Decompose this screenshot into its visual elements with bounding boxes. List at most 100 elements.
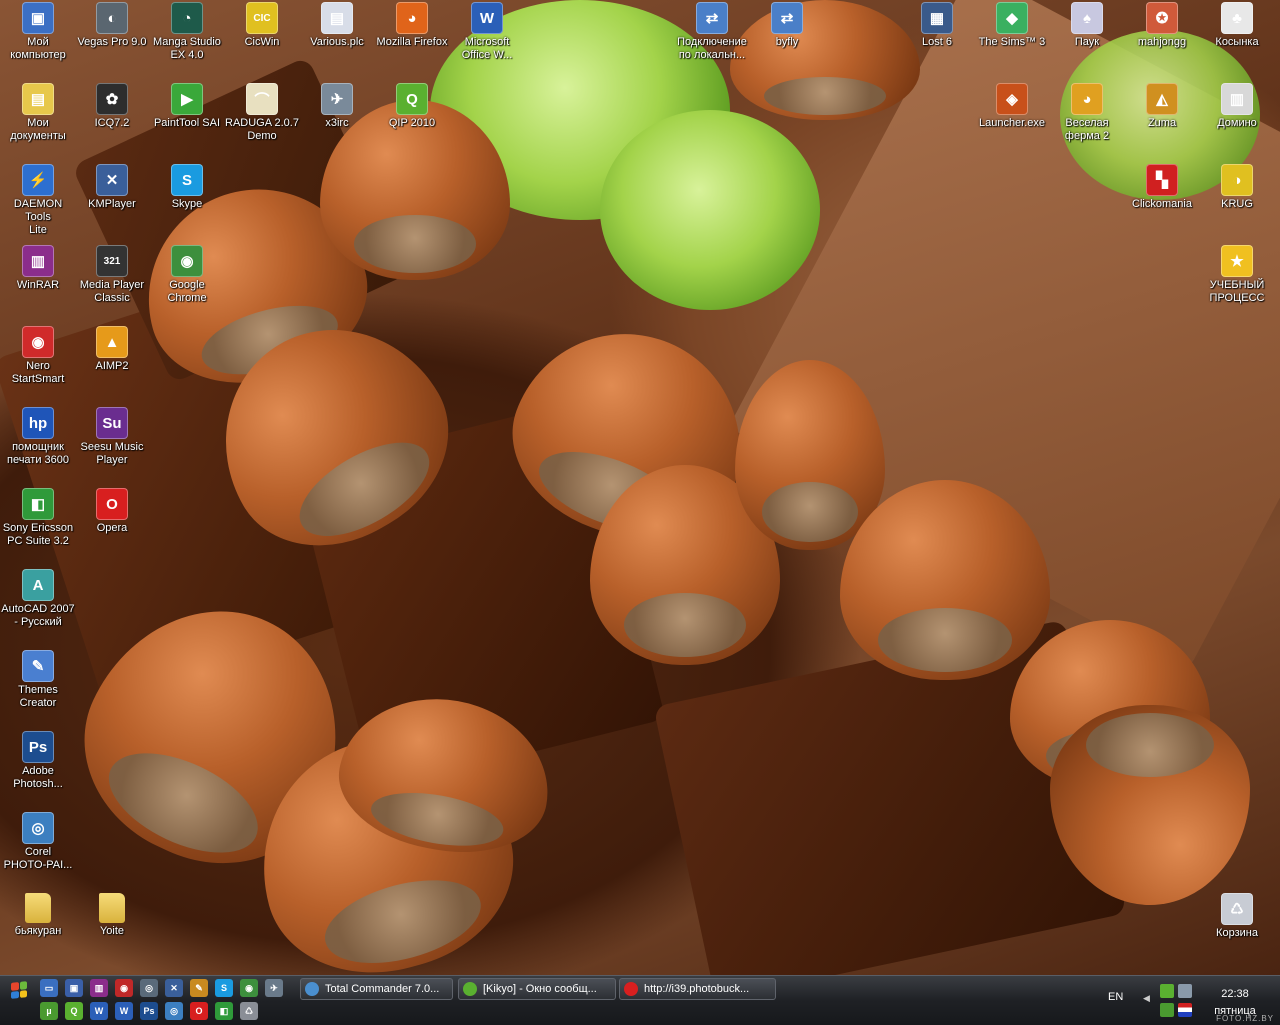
desktop-icon[interactable]: ★ УЧЕБНЫЙ ПРОЦЕСС <box>1199 245 1275 305</box>
desktop-icon-label: Vegas Pro 9.0 <box>77 36 147 48</box>
desktop-icon[interactable]: ▤ Various.plc <box>299 2 375 49</box>
desktop-icon[interactable]: ◐ Vegas Pro 9.0 <box>74 2 150 49</box>
tray-qip-icon[interactable] <box>1160 1003 1174 1017</box>
tray-expand-icon[interactable]: ◀ <box>1143 993 1150 1004</box>
desktop-icon[interactable]: W Microsoft Office W... <box>449 2 525 62</box>
desktop-icon[interactable]: ▦ Lost 6 <box>899 2 975 49</box>
network-icon[interactable]: ◎ <box>140 979 158 997</box>
opera-icon[interactable]: O <box>190 1002 208 1020</box>
qip-icon[interactable]: Q <box>65 1002 83 1020</box>
domino-icon: ▥ <box>1221 83 1253 115</box>
desktop-icon[interactable]: ▲ AIMP2 <box>74 326 150 373</box>
sony-ericsson-icon[interactable]: ◧ <box>215 1002 233 1020</box>
ms-word-icon[interactable]: W <box>90 1002 108 1020</box>
taskbar-button[interactable]: Total Commander 7.0... <box>300 978 453 1000</box>
save-icon[interactable]: ▣ <box>65 979 83 997</box>
wallpaper-hazelnut-husk <box>600 110 820 310</box>
desktop-icon-label: Themes Creator <box>18 684 58 709</box>
skype-icon[interactable]: S <box>215 979 233 997</box>
desktop-icon-label: Yoite <box>99 925 125 937</box>
desktop-icon[interactable]: Su Seesu Music Player <box>74 407 150 467</box>
desktop-icon[interactable]: ◉ Google Chrome <box>149 245 225 305</box>
desktop-icon[interactable]: A AutoCAD 2007 - Русский <box>0 569 76 629</box>
desktop-icon[interactable]: бьякуран <box>0 893 76 938</box>
desktop-icon[interactable]: ▚ Clickomania <box>1124 164 1200 211</box>
desktop-icon[interactable]: ✿ ICQ7.2 <box>74 83 150 130</box>
desktop-wallpaper <box>0 0 1280 975</box>
qip-icon: Q <box>396 83 428 115</box>
desktop-icon[interactable]: ◔ Manga Studio EX 4.0 <box>149 2 225 62</box>
desktop-icon[interactable]: ◆ The Sims™ 3 <box>974 2 1050 49</box>
desktop-icon[interactable]: ◑ KRUG <box>1199 164 1275 211</box>
kmplayer-icon[interactable]: ✕ <box>165 979 183 997</box>
desktop-icon[interactable]: Yoite <box>74 893 150 938</box>
desktop-icon[interactable]: ♠ Паук <box>1049 2 1125 49</box>
desktop-icon-label: Various.plc <box>310 36 364 48</box>
desktop-icon[interactable]: O Opera <box>74 488 150 535</box>
desktop-icon[interactable]: ⚡ DAEMON Tools Lite <box>0 164 76 237</box>
desktop-icon[interactable]: ✕ KMPlayer <box>74 164 150 211</box>
desktop-icon[interactable]: ⇄ Подключение по локальн... <box>674 2 750 62</box>
desktop-icon[interactable]: ✪ mahjongg <box>1124 2 1200 49</box>
corel-icon[interactable]: ◎ <box>165 1002 183 1020</box>
desktop-icon-label: Nero StartSmart <box>11 360 65 385</box>
desktop-icon[interactable]: ▶ PaintTool SAI <box>149 83 225 130</box>
sims-icon: ◆ <box>996 2 1028 34</box>
tray-flag-icon[interactable] <box>1178 1003 1192 1017</box>
nero-icon[interactable]: ◉ <box>115 979 133 997</box>
language-indicator[interactable]: EN <box>1108 991 1123 1003</box>
desktop-icon[interactable]: ◈ Launcher.exe <box>974 83 1050 130</box>
desktop-icon[interactable]: ▣ Мой компьютер <box>0 2 76 62</box>
desktop-icon[interactable]: ▥ Домино <box>1199 83 1275 130</box>
desktop-icon[interactable]: Ps Adobe Photosh... <box>0 731 76 791</box>
desktop-icon[interactable]: ✈ x3irc <box>299 83 375 130</box>
show-desktop-icon[interactable]: ▭ <box>40 979 58 997</box>
daemon-tools-icon: ⚡ <box>22 164 54 196</box>
launcher-icon: ◈ <box>996 83 1028 115</box>
desktop-icon-label: Подключение по локальн... <box>677 36 747 61</box>
recycle-bin-icon[interactable]: ♺ <box>240 1002 258 1020</box>
chrome-icon[interactable]: ◉ <box>240 979 258 997</box>
desktop-icon-label: Sony Ericsson PC Suite 3.2 <box>2 522 74 547</box>
x3irc-icon[interactable]: ✈ <box>265 979 283 997</box>
desktop-icon[interactable]: ♺ Корзина <box>1199 893 1275 940</box>
x3irc-icon: ✈ <box>321 83 353 115</box>
photoshop-icon[interactable]: Ps <box>140 1002 158 1020</box>
folder-icon <box>25 893 51 923</box>
qip-message-icon <box>463 982 477 996</box>
taskbar-button[interactable]: [Kikyo] - Окно сообщ... <box>458 978 616 1000</box>
desktop-icon[interactable]: S Skype <box>149 164 225 211</box>
desktop-icon-label: AIMP2 <box>95 360 129 372</box>
desktop-icon[interactable]: ⇄ byfly <box>749 2 825 49</box>
ms-word-icon[interactable]: W <box>115 1002 133 1020</box>
desktop-icon[interactable]: ◕ Mozilla Firefox <box>374 2 450 49</box>
desktop-icon[interactable]: Q QIP 2010 <box>374 83 450 130</box>
windows-logo-icon <box>11 981 27 999</box>
themes-creator-icon: ✎ <box>22 650 54 682</box>
desktop-icon[interactable]: ✎ Themes Creator <box>0 650 76 710</box>
start-button[interactable] <box>6 980 32 1000</box>
taskbar-button[interactable]: http://i39.photobuck... <box>619 978 776 1000</box>
desktop-icon-label: KRUG <box>1221 198 1253 210</box>
desktop-icon[interactable]: ◕ Веселая ферма 2 <box>1049 83 1125 143</box>
desktop-icon[interactable]: ◭ Zuma <box>1124 83 1200 130</box>
desktop-icon-label: byfly <box>775 36 799 48</box>
desktop-icon[interactable]: 321 Media Player Classic <box>74 245 150 305</box>
zuma-icon: ◭ <box>1146 83 1178 115</box>
photoshop-icon: Ps <box>22 731 54 763</box>
desktop-icon[interactable]: ◉ Nero StartSmart <box>0 326 76 386</box>
desktop-icon[interactable]: hp помощник печати 3600 <box>0 407 76 467</box>
desktop-icon[interactable]: ◎ Corel PHOTO-PAI... <box>0 812 76 872</box>
desktop-icon[interactable]: ◧ Sony Ericsson PC Suite 3.2 <box>0 488 76 548</box>
utorrent-icon[interactable]: µ <box>40 1002 58 1020</box>
painttool-icon[interactable]: ✎ <box>190 979 208 997</box>
tray-display-icon[interactable] <box>1178 984 1192 998</box>
winrar-icon[interactable]: ▥ <box>90 979 108 997</box>
desktop-icon[interactable]: ▤ Мои документы <box>0 83 76 143</box>
desktop-icon[interactable]: ♣ Косынка <box>1199 2 1275 49</box>
desktop-icon[interactable]: ▥ WinRAR <box>0 245 76 292</box>
desktop-icon[interactable]: ⌒ RADUGA 2.0.7 Demo <box>224 83 300 143</box>
desktop-icon-label: Веселая ферма 2 <box>1064 117 1110 142</box>
tray-network-icon[interactable] <box>1160 984 1174 998</box>
desktop-icon[interactable]: CIC CicWin <box>224 2 300 49</box>
